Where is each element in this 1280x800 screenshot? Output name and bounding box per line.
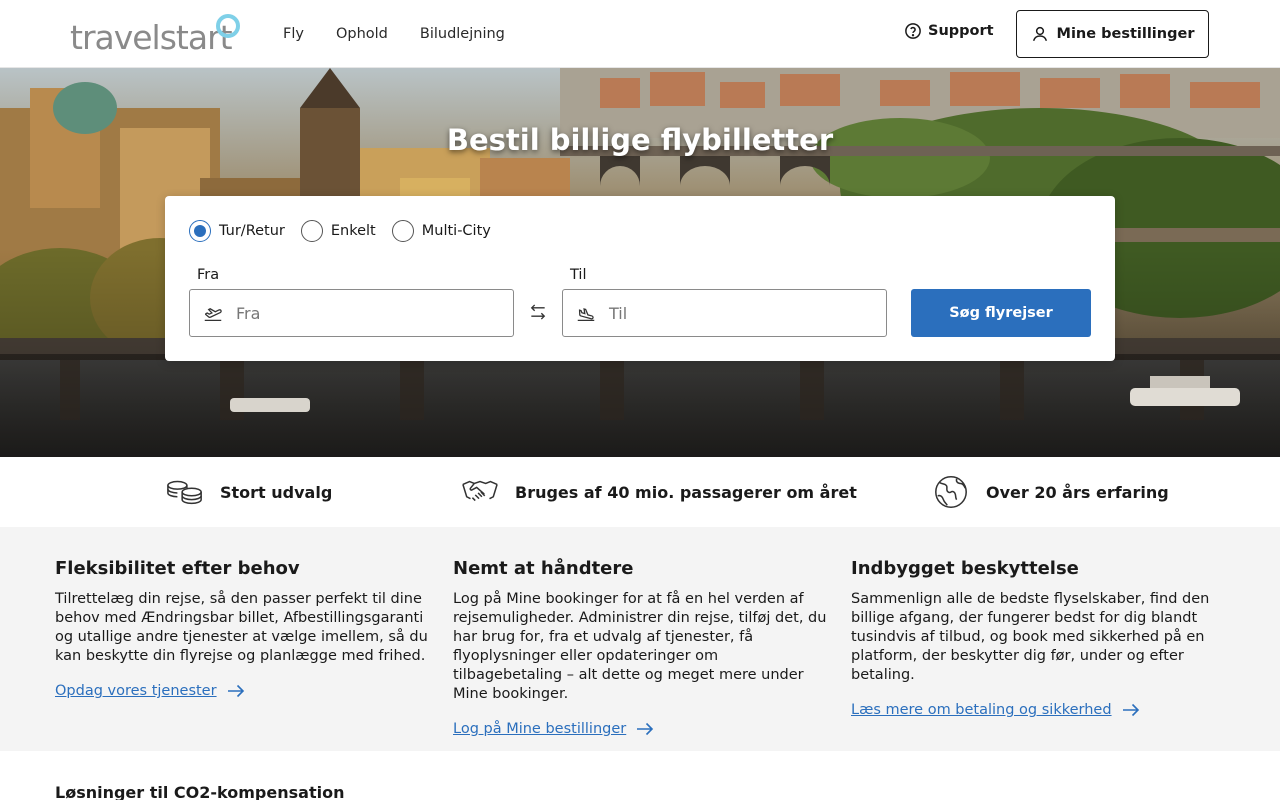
radio-button[interactable] [300,220,323,242]
support-link[interactable]: Support [904,22,994,40]
main-nav: Fly Ophold Biludlejning [283,0,505,68]
logo-text: travelstart [70,18,233,57]
feature-card-flexibility: Fleksibilitet efter behov Tilrettelæg di… [55,557,430,699]
feature-link-payment-security[interactable]: Læs mere om betaling og sikkerhed [851,702,1140,718]
feature-link-label: Læs mere om betaling og sikkerhed [851,702,1112,718]
hero-title: Bestil billige flybilletter [446,123,834,157]
plane-arrival-icon [577,308,595,321]
usp-label: Stort udvalg [220,482,333,502]
from-placeholder: Fra [236,303,261,323]
usp-item-experience: Over 20 års erfaring [932,457,1169,527]
radio-button-checked[interactable] [189,220,211,242]
features-section: Fleksibilitet efter behov Tilrettelæg di… [0,527,1280,751]
trip-type-label: Tur/Retur [219,223,285,239]
help-circle-icon [905,23,921,39]
trip-type-label: Enkelt [330,223,376,239]
from-label: Fra [197,267,220,283]
support-label: Support [928,23,994,39]
arrow-right-icon [637,722,654,736]
usp-label: Bruges af 40 mio. passagerer om året [515,482,857,502]
site-header: travelstart Fly Ophold Biludlejning Supp… [0,0,1280,68]
to-field[interactable]: Til [562,289,887,337]
plane-departure-icon [204,308,222,321]
to-label: Til [570,267,587,283]
feature-link-label: Opdag vores tjenester [55,683,217,699]
nav-item-biludlejning[interactable]: Biludlejning [420,26,505,42]
feature-card-protection: Indbygget beskyttelse Sammenlign alle de… [851,557,1226,718]
trip-type-roundtrip[interactable]: Tur/Retur [189,220,285,242]
feature-title: Indbygget beskyttelse [851,558,1079,579]
trip-type-group: Tur/Retur Enkelt Multi-City [189,220,507,242]
globe-icon [935,476,967,508]
feature-card-easy: Nemt at håndtere Log på Mine bookinger f… [453,557,828,737]
feature-text: Sammenlign alle de bedste flyselskaber, … [851,591,1210,683]
user-icon [1032,26,1047,41]
handshake-icon [462,480,498,502]
feature-text: Log på Mine bookinger for at få en hel v… [453,591,827,702]
trip-type-label: Multi-City [421,223,491,239]
feature-title: Fleksibilitet efter behov [55,558,300,579]
trip-type-oneway[interactable]: Enkelt [300,220,376,242]
usp-label: Over 20 års erfaring [986,482,1169,502]
coins-icon [167,480,202,505]
logo-ring-icon [215,14,240,38]
my-bookings-label: Mine bestillinger [1056,26,1195,42]
swap-locations-button[interactable] [527,299,549,325]
feature-text: Tilrettelæg din rejse, så den passer per… [55,591,428,664]
arrow-right-icon [1122,703,1139,717]
usp-item-passengers: Bruges af 40 mio. passagerer om året [461,457,857,527]
nav-item-ophold[interactable]: Ophold [336,26,388,42]
from-field[interactable]: Fra [189,289,514,337]
usp-bar: Stort udvalg Bruges af 40 mio. passagere… [0,457,1280,527]
search-flights-button[interactable]: Søg flyrejser [911,289,1091,337]
feature-link-label: Log på Mine bestillinger [453,721,627,737]
feature-link-services[interactable]: Opdag vores tjenester [55,683,245,699]
radio-button[interactable] [391,220,414,242]
nav-item-fly[interactable]: Fly [283,26,304,42]
feature-link-bookings[interactable]: Log på Mine bestillinger [453,721,654,737]
arrow-right-icon [227,684,244,698]
to-placeholder: Til [609,303,628,323]
swap-arrows-icon [530,304,546,320]
my-bookings-button[interactable]: Mine bestillinger [1016,10,1209,58]
feature-title: Nemt at håndtere [453,558,634,579]
usp-item-selection: Stort udvalg [166,457,332,527]
co2-section-heading: Løsninger til CO2-kompensation [55,783,345,800]
travelstart-logo[interactable]: travelstart [70,12,240,57]
flight-search-panel: Tur/Retur Enkelt Multi-City Fra Fra Til … [165,196,1115,361]
trip-type-multicity[interactable]: Multi-City [391,220,491,242]
